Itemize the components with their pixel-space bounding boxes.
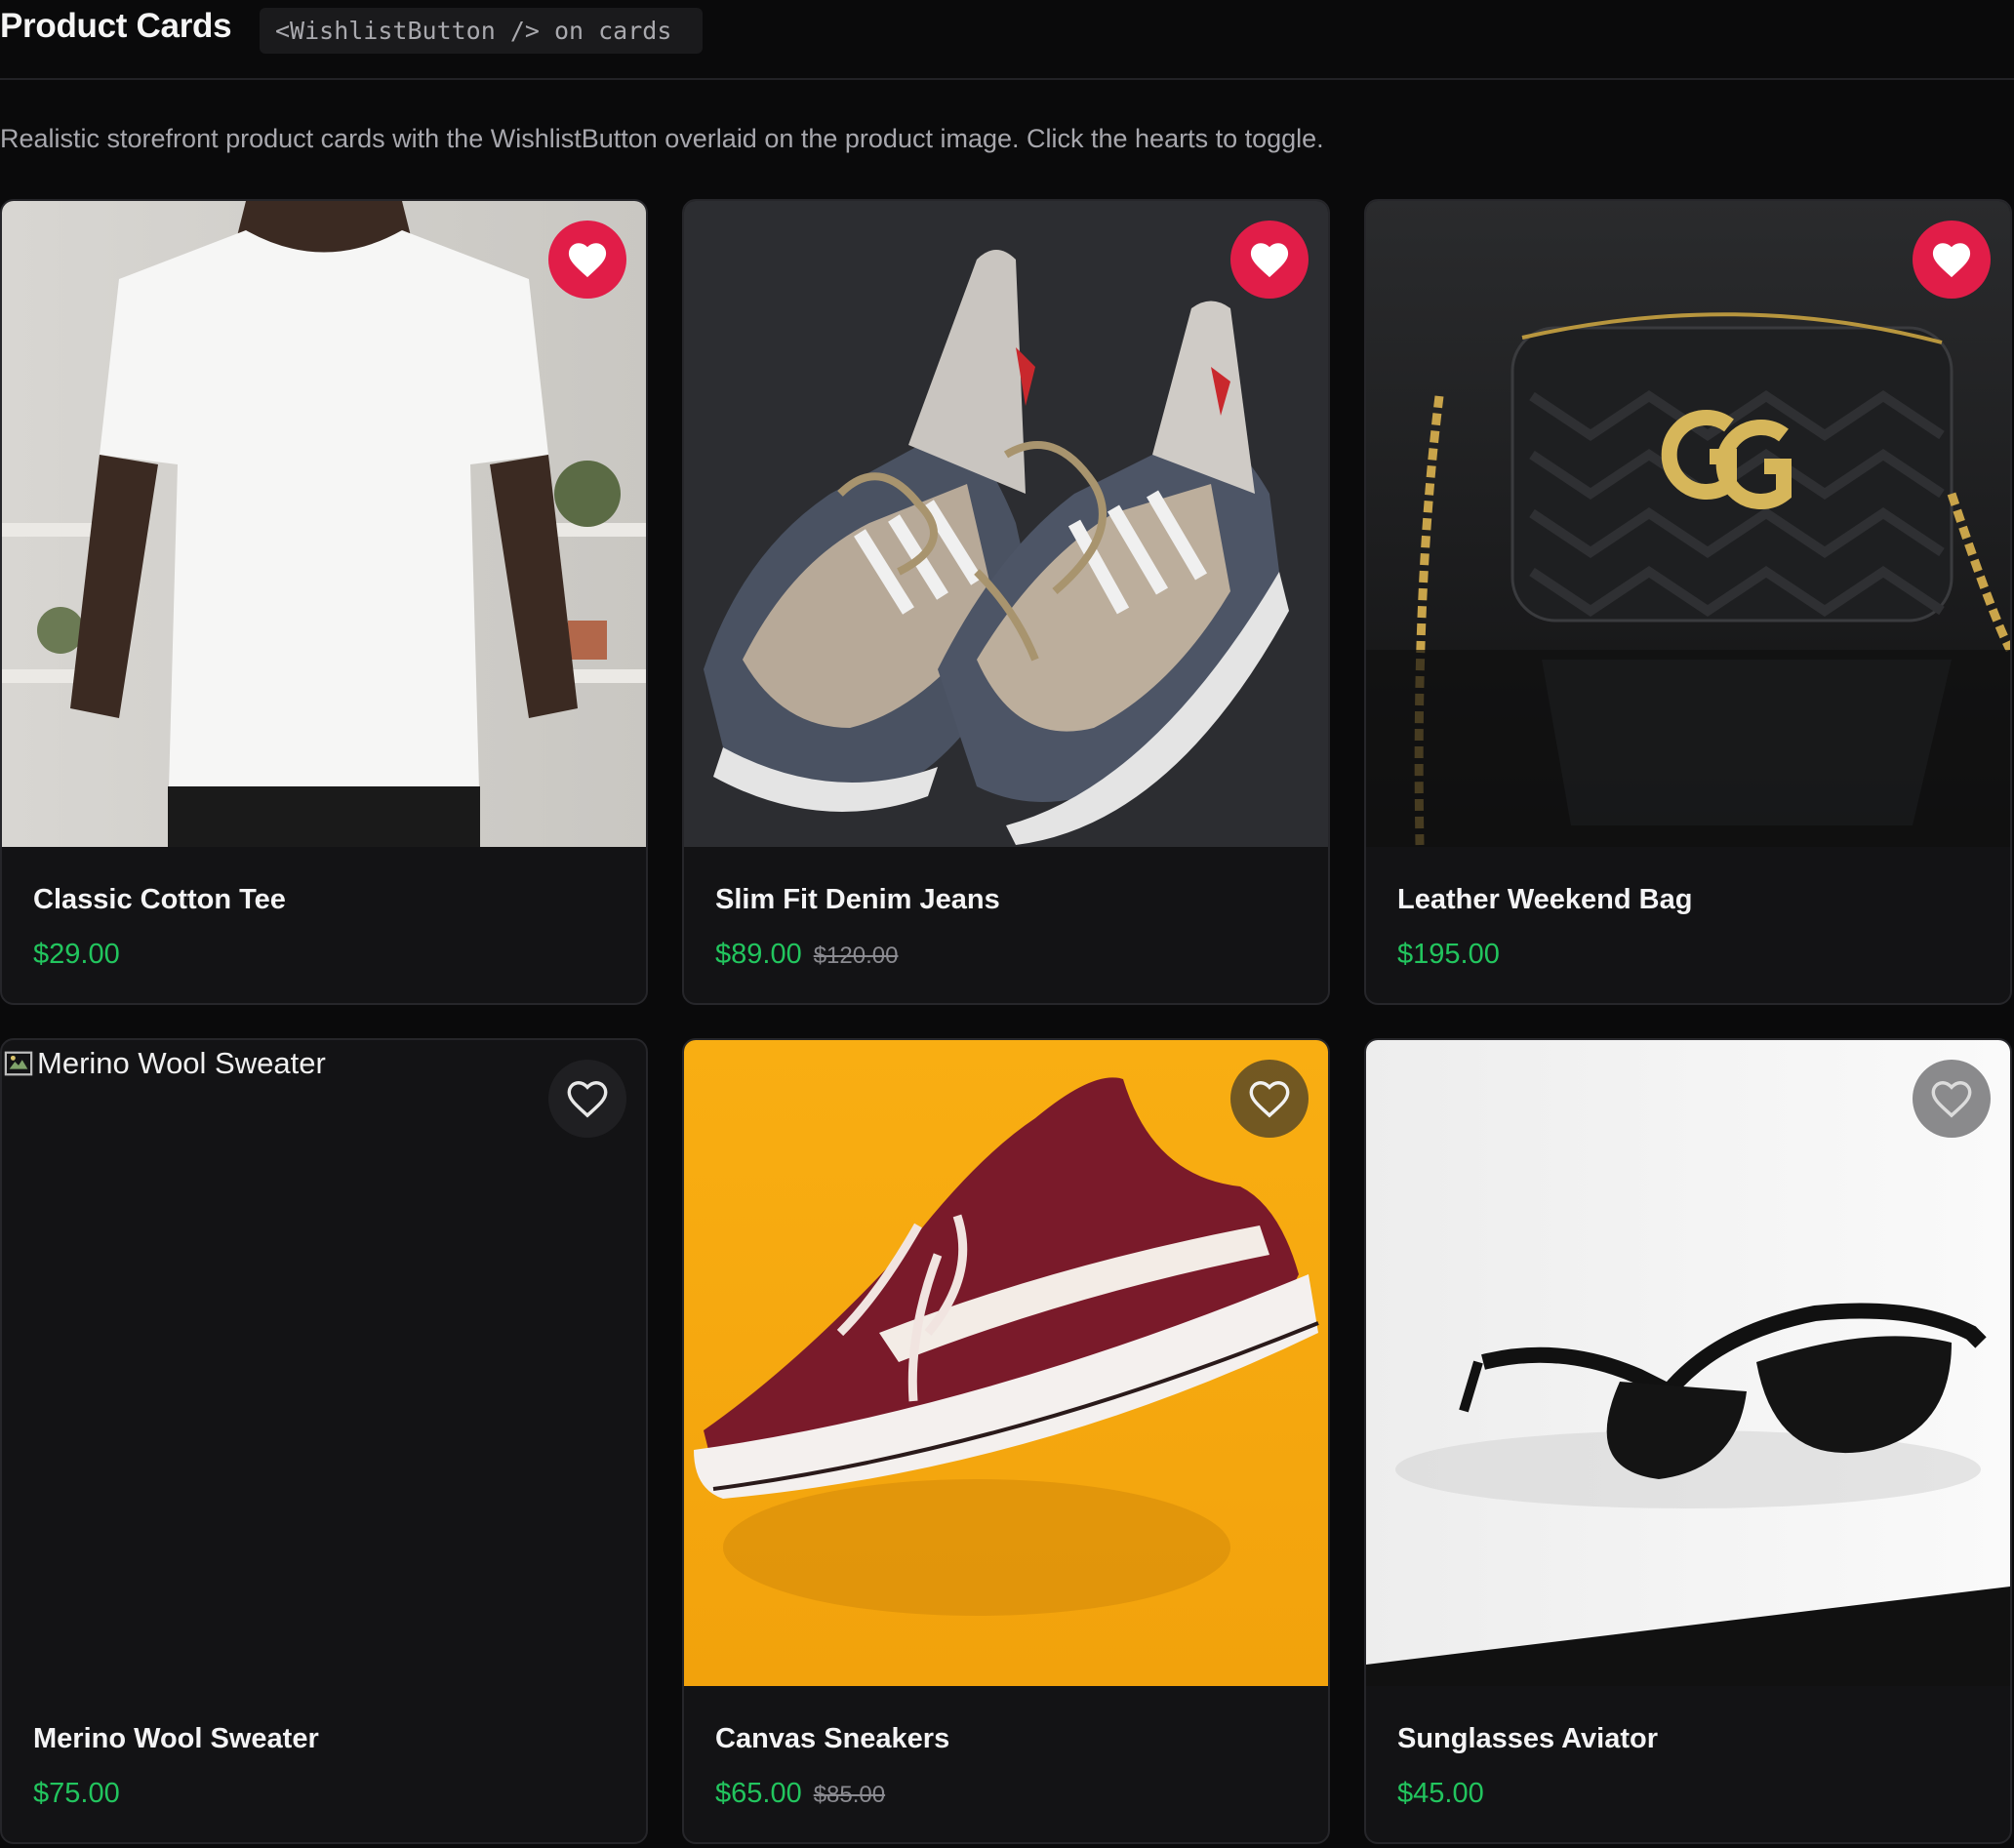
product-price: $45.00 <box>1397 1778 1484 1810</box>
heart-outline-icon <box>1249 1081 1290 1118</box>
wishlist-button[interactable] <box>1913 1060 1991 1138</box>
product-card[interactable]: Classic Cotton Tee $29.00 <box>0 199 648 1005</box>
product-image-canvas-sneaker[interactable] <box>684 1040 1328 1686</box>
product-card[interactable]: Leather Weekend Bag $195.00 <box>1364 199 2012 1005</box>
product-card[interactable]: Merino Wool Sweater Merino Wool Sweater … <box>0 1038 648 1844</box>
product-price: $89.00 $120.00 <box>715 939 898 971</box>
wishlist-button[interactable] <box>548 1060 626 1138</box>
page-description: Realistic storefront product cards with … <box>0 124 1324 153</box>
product-card[interactable]: Slim Fit Denim Jeans $89.00 $120.00 <box>682 199 1330 1005</box>
price-current: $65.00 <box>715 1778 802 1809</box>
heart-filled-icon <box>568 243 607 278</box>
broken-image-icon <box>4 1051 33 1076</box>
page-header: Product Cards <WishlistButton /> on card… <box>0 0 2014 80</box>
product-image-sunglasses[interactable] <box>1366 1040 2010 1686</box>
product-price: $65.00 $85.00 <box>715 1778 885 1810</box>
product-card[interactable]: Canvas Sneakers $65.00 $85.00 <box>682 1038 1330 1844</box>
price-current: $75.00 <box>33 1778 120 1809</box>
product-price: $195.00 <box>1397 939 1500 971</box>
component-tag: <WishlistButton /> on cards <box>260 8 703 54</box>
heart-filled-icon <box>1250 243 1289 278</box>
price-original: $85.00 <box>813 1782 886 1808</box>
product-name[interactable]: Canvas Sneakers <box>715 1723 949 1755</box>
wishlist-button[interactable] <box>1230 221 1309 299</box>
product-price: $75.00 <box>33 1778 120 1810</box>
product-name[interactable]: Merino Wool Sweater <box>33 1723 319 1755</box>
image-alt-text: Merino Wool Sweater <box>37 1046 326 1080</box>
product-image-tshirt[interactable] <box>2 201 646 847</box>
product-name[interactable]: Slim Fit Denim Jeans <box>715 884 1000 916</box>
product-name[interactable]: Leather Weekend Bag <box>1397 884 1692 916</box>
price-current: $89.00 <box>715 939 802 970</box>
wishlist-button[interactable] <box>548 221 626 299</box>
price-current: $29.00 <box>33 939 120 970</box>
page-title: Product Cards <box>0 7 232 45</box>
price-current: $45.00 <box>1397 1778 1484 1809</box>
heart-outline-icon <box>1931 1081 1972 1118</box>
heart-outline-icon <box>567 1081 608 1118</box>
wishlist-button[interactable] <box>1913 221 1991 299</box>
product-card[interactable]: Sunglasses Aviator $45.00 <box>1364 1038 2012 1844</box>
product-name[interactable]: Classic Cotton Tee <box>33 884 286 916</box>
price-original: $120.00 <box>813 943 899 969</box>
product-image-broken[interactable]: Merino Wool Sweater <box>2 1040 646 1686</box>
heart-filled-icon <box>1932 243 1971 278</box>
wishlist-button[interactable] <box>1230 1060 1309 1138</box>
product-image-sneakers[interactable] <box>684 201 1328 847</box>
product-image-bag[interactable] <box>1366 201 2010 847</box>
price-current: $195.00 <box>1397 939 1500 970</box>
product-price: $29.00 <box>33 939 120 971</box>
broken-image-alt: Merino Wool Sweater <box>4 1046 326 1081</box>
product-name[interactable]: Sunglasses Aviator <box>1397 1723 1658 1755</box>
